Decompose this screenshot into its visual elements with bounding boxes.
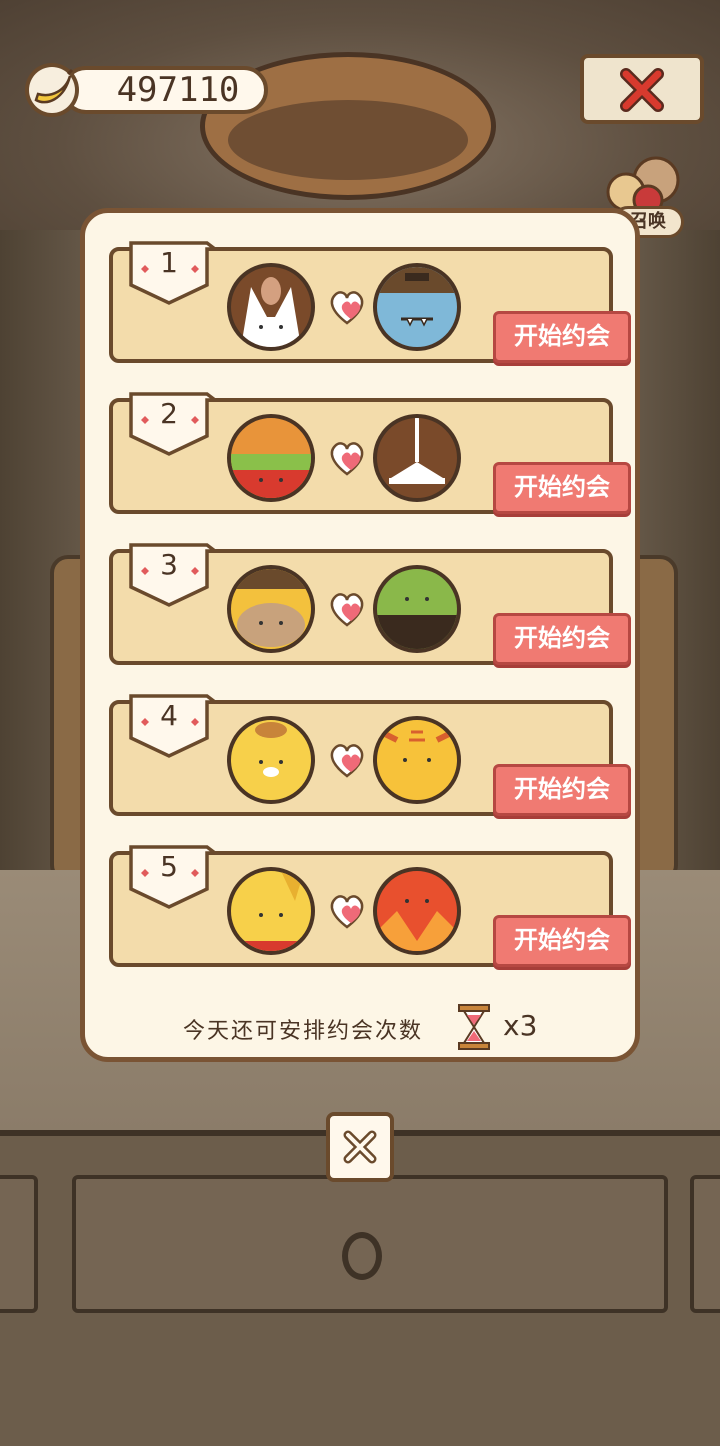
start-date-button[interactable]: 开始约会 (493, 311, 631, 363)
lamp-monster-icon (373, 414, 461, 502)
quota-text: 今天还可安排约会次数 (183, 1019, 424, 1044)
date-quota: 今天还可安排约会次数 x3 (85, 1003, 635, 1053)
burger-monster-icon (227, 414, 315, 502)
yellow-dog-icon (227, 716, 315, 804)
heart-icon (330, 593, 364, 627)
currency-display: 497110 (22, 60, 268, 118)
lion-monster-icon (227, 565, 315, 653)
quota-count: x3 (503, 1009, 538, 1042)
dresser-side-drawer-left (0, 1175, 38, 1313)
date-entry-1: 1 开始约会 (109, 239, 631, 363)
rank-number: 5 (160, 850, 178, 883)
rank-number: 1 (160, 246, 178, 279)
banana-icon (25, 63, 79, 117)
drawer-knob (342, 1232, 382, 1280)
tiger-monster-icon (373, 716, 461, 804)
bunny-icon (227, 263, 315, 351)
close-bottom-button[interactable] (326, 1112, 394, 1182)
donut-icing (228, 100, 468, 180)
heart-icon (330, 895, 364, 929)
close-top-button[interactable] (580, 54, 704, 124)
start-date-button[interactable]: 开始约会 (493, 613, 631, 665)
date-list-panel: 1 开始约会 2 开始约会 3 开始约会 4 开始约会 5 开始约会 今天还可安… (80, 208, 640, 1062)
start-date-button[interactable]: 开始约会 (493, 915, 631, 967)
rank-number: 2 (160, 397, 178, 430)
red-bird-monster-icon (373, 867, 461, 955)
green-monster-icon (373, 565, 461, 653)
heart-icon (330, 744, 364, 778)
date-entry-2: 2 开始约会 (109, 390, 631, 514)
start-date-button[interactable]: 开始约会 (493, 462, 631, 514)
heart-icon (330, 442, 364, 476)
hourglass-icon (458, 1004, 490, 1050)
dresser-side-drawer-right (690, 1175, 720, 1313)
close-icon (620, 68, 664, 112)
close-icon (343, 1130, 377, 1164)
blue-monster-icon (373, 263, 461, 351)
rank-number: 4 (160, 699, 178, 732)
rank-number: 3 (160, 548, 178, 581)
date-entry-3: 3 开始约会 (109, 541, 631, 665)
chick-monster-icon (227, 867, 315, 955)
currency-value: 497110 (116, 70, 240, 110)
heart-icon (330, 291, 364, 325)
start-date-button[interactable]: 开始约会 (493, 764, 631, 816)
date-entry-4: 4 开始约会 (109, 692, 631, 816)
date-entry-5: 5 开始约会 (109, 843, 631, 967)
